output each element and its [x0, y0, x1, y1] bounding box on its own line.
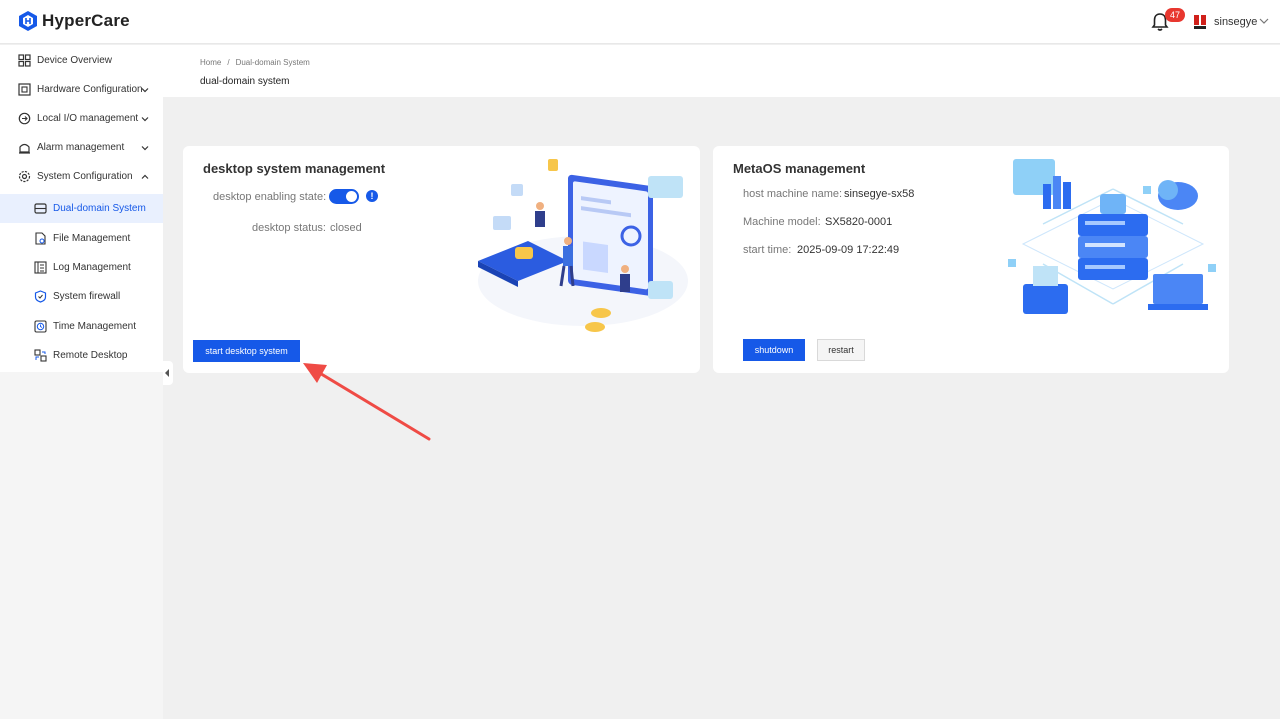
company-logo-icon[interactable]	[1193, 14, 1207, 30]
breadcrumb-separator: /	[227, 58, 230, 67]
chevron-down-icon	[141, 116, 149, 121]
sidebar-item-remote-desktop[interactable]: Remote Desktop	[0, 341, 163, 370]
settings-icon	[18, 170, 31, 183]
log-icon	[34, 261, 47, 274]
server-illustration	[1008, 159, 1216, 314]
start-desktop-system-button[interactable]: start desktop system	[193, 340, 300, 362]
sidebar-collapse-handle[interactable]	[163, 361, 173, 385]
sidebar-item-label: Time Management	[53, 321, 136, 332]
dual-domain-icon	[34, 203, 47, 214]
desktop-illustration	[478, 159, 688, 332]
desktop-status-label: desktop status:	[252, 222, 326, 234]
app-name: HyperCare	[42, 11, 130, 30]
chevron-up-icon	[141, 174, 149, 179]
sidebar-item-label: Dual-domain System	[53, 203, 146, 214]
page-title: dual-domain system	[200, 76, 290, 87]
restart-button[interactable]: restart	[817, 339, 865, 361]
machine-model-value: SX5820-0001	[825, 216, 893, 228]
alarm-icon	[19, 143, 30, 154]
sidebar-item-alarm-management[interactable]: Alarm management	[0, 133, 163, 162]
chevron-down-icon	[141, 145, 149, 150]
chevron-down-icon[interactable]	[1259, 16, 1269, 26]
io-icon	[18, 112, 31, 125]
sidebar-item-log-management[interactable]: Log Management	[0, 253, 163, 282]
sidebar-item-system-firewall[interactable]: System firewall	[0, 282, 163, 311]
sidebar-item-label: Local I/O management	[37, 113, 139, 124]
collapse-left-icon	[165, 369, 169, 377]
sidebar-item-device-overview[interactable]: Device Overview	[0, 46, 163, 75]
clock-icon	[34, 320, 47, 333]
sidebar-item-label: File Management	[53, 233, 131, 244]
remote-desktop-icon	[34, 349, 47, 362]
card-title: desktop system management	[203, 161, 386, 176]
desktop-enabling-toggle[interactable]	[329, 189, 359, 204]
desktop-system-card: desktop system management desktop enabli…	[183, 146, 700, 373]
sidebar-item-label: Alarm management	[37, 142, 125, 153]
sidebar-item-system-configuration[interactable]: System Configuration	[0, 162, 163, 191]
top-bar: HyperCare 47 sinsegye	[0, 0, 1280, 44]
sidebar-item-time-management[interactable]: Time Management	[0, 312, 163, 341]
info-icon[interactable]: !	[366, 190, 378, 202]
sidebar-item-file-management[interactable]: File Management	[0, 224, 163, 253]
breadcrumb: Home / Dual-domain System	[200, 58, 310, 67]
shutdown-button[interactable]: shutdown	[743, 339, 805, 361]
sidebar-item-label: System Configuration	[37, 171, 133, 182]
breadcrumb-current: Dual-domain System	[235, 58, 310, 67]
card-title: MetaOS management	[733, 161, 866, 176]
sidebar-item-label: Device Overview	[37, 55, 113, 66]
start-time-value: 2025-09-09 17:22:49	[797, 244, 900, 256]
breadcrumb-home[interactable]: Home	[200, 58, 221, 67]
metaos-card: MetaOS management host machine name: sin…	[713, 146, 1229, 373]
host-machine-name-label: host machine name:	[743, 188, 843, 200]
enabling-state-label: desktop enabling state:	[213, 191, 327, 203]
chevron-down-icon	[141, 87, 149, 92]
sidebar-item-label: Log Management	[53, 262, 131, 273]
desktop-status-value: closed	[330, 222, 362, 234]
machine-model-label: Machine model:	[743, 216, 821, 228]
host-machine-name-value: sinsegye-sx58	[844, 188, 915, 200]
sidebar-item-label: Remote Desktop	[53, 350, 128, 361]
sidebar-item-local-io-management[interactable]: Local I/O management	[0, 104, 163, 133]
hardware-icon	[18, 83, 31, 96]
shield-icon	[34, 290, 47, 303]
sidebar-item-dual-domain-system[interactable]: Dual-domain System	[0, 194, 163, 223]
app-logo[interactable]: HyperCare	[18, 10, 130, 32]
user-name[interactable]: sinsegye	[1214, 16, 1257, 28]
sidebar-item-hardware-configuration[interactable]: Hardware Configuration	[0, 75, 163, 104]
sidebar-item-label: System firewall	[53, 291, 121, 302]
file-icon	[35, 232, 46, 245]
sidebar-empty-area	[0, 372, 163, 719]
start-time-label: start time:	[743, 244, 792, 256]
sidebar-item-label: Hardware Configuration	[37, 84, 143, 95]
hypercare-logo-icon	[19, 11, 37, 31]
grid-icon	[18, 54, 31, 67]
annotation-arrow-icon	[303, 363, 431, 441]
page-header: Home / Dual-domain System dual-domain sy…	[163, 45, 1280, 97]
notification-badge: 47	[1165, 8, 1186, 22]
